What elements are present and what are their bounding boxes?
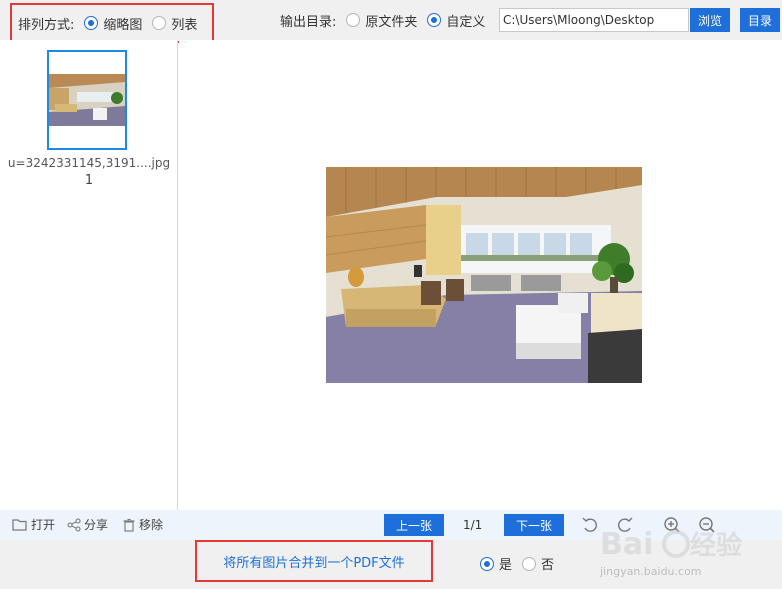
output-dir-group: 输出目录: 原文件夹 自定义 [280, 8, 485, 32]
radio-dot [346, 13, 361, 27]
open-button[interactable]: 打开 [12, 516, 55, 533]
top-toolbar: 排列方式: 缩略图 列表 输出目录: 原文件夹 自定义 浏览 目录 [0, 0, 782, 43]
output-original-folder-label: 原文件夹 [365, 14, 418, 30]
share-icon [67, 517, 81, 532]
sort-thumbnail-label: 缩略图 [103, 17, 143, 33]
merge-yes-label: 是 [499, 558, 513, 573]
next-page-button[interactable]: 下一张 [504, 514, 564, 536]
open-label: 打开 [31, 518, 56, 532]
remove-button[interactable]: 移除 [122, 516, 163, 533]
folder-icon [12, 518, 27, 531]
watermark-url: jingyan.baidu.com [600, 565, 702, 578]
office-thumbnail-image [49, 52, 125, 148]
output-custom-label: 自定义 [446, 14, 486, 30]
radio-dot [427, 13, 442, 27]
preview-image [326, 167, 642, 383]
rotate-right-icon[interactable] [615, 515, 635, 535]
output-custom-radio[interactable]: 自定义 [427, 11, 485, 30]
merge-yes-radio[interactable]: 是 [480, 554, 512, 573]
file-list-panel: u=3242331145,3191....jpg 1 [0, 40, 178, 510]
output-original-folder-radio[interactable]: 原文件夹 [346, 11, 417, 30]
bottom-toolbar: 打开 分享 移除 上一张 1/1 下一张 [0, 510, 782, 540]
share-label: 分享 [84, 518, 109, 532]
radio-dot [480, 556, 494, 571]
merge-no-radio[interactable]: 否 [522, 554, 554, 573]
file-index: 1 [84, 173, 94, 188]
zoom-out-icon[interactable] [697, 515, 717, 535]
sort-list-radio[interactable]: 列表 [152, 14, 197, 33]
sort-mode-group: 排列方式: 缩略图 列表 [10, 3, 214, 43]
sort-list-label: 列表 [171, 17, 198, 33]
file-name: u=3242331145,3191....jpg [7, 156, 171, 170]
remove-label: 移除 [139, 518, 164, 532]
sort-mode-label: 排列方式: [18, 17, 75, 33]
output-dir-label: 输出目录: [280, 14, 337, 30]
browse-button[interactable]: 浏览 [690, 8, 730, 32]
zoom-in-icon[interactable] [662, 515, 682, 535]
merge-no-label: 否 [541, 558, 555, 573]
radio-dot [522, 556, 537, 571]
file-thumbnail[interactable] [47, 50, 127, 150]
page-indicator: 1/1 [463, 518, 483, 532]
merge-option-highlight: 将所有图片合并到一个PDF文件 [195, 540, 433, 582]
radio-dot [84, 16, 99, 30]
office-room-image [326, 167, 642, 383]
radio-dot [152, 16, 167, 30]
output-path-input[interactable] [499, 8, 689, 32]
preview-area [179, 40, 782, 510]
rotate-left-icon[interactable] [580, 515, 600, 535]
open-directory-button[interactable]: 目录 [740, 8, 780, 32]
sort-thumbnail-radio[interactable]: 缩略图 [84, 14, 142, 33]
merge-pdf-label[interactable]: 将所有图片合并到一个PDF文件 [223, 552, 404, 571]
share-button[interactable]: 分享 [67, 516, 108, 533]
prev-page-button[interactable]: 上一张 [384, 514, 444, 536]
trash-icon [123, 518, 135, 532]
merge-choice-group: 是 否 [470, 554, 554, 573]
